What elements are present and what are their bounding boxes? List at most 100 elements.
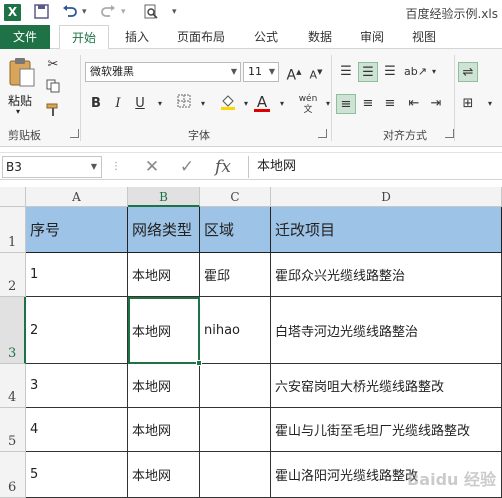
font-color-dropdown-icon[interactable]: ▾ (272, 94, 292, 114)
font-name-select[interactable]: 微软雅黑 ▼ (85, 62, 241, 82)
tab-view[interactable]: 视图 (404, 25, 444, 49)
cell-c5[interactable] (200, 408, 271, 452)
print-preview-icon[interactable] (143, 4, 159, 21)
grow-font-icon[interactable]: A▲ (284, 62, 304, 84)
tab-data[interactable]: 数据 (300, 25, 340, 49)
font-size-select[interactable]: 11 ▼ (243, 62, 279, 82)
cell-b3[interactable]: 本地网 (128, 297, 200, 364)
formula-input[interactable]: 本地网 (248, 156, 502, 178)
name-box[interactable]: B3 ▼ (2, 156, 102, 178)
bold-button[interactable]: B (86, 94, 106, 114)
chevron-down-icon: ▼ (230, 67, 237, 76)
align-bottom-icon[interactable]: ☰ (380, 62, 400, 82)
cut-icon[interactable]: ✂ (43, 55, 63, 75)
chevron-down-icon: ▼ (90, 162, 97, 171)
undo-dropdown-icon[interactable]: ▾ (82, 4, 87, 21)
cell-a3[interactable]: 2 (26, 297, 128, 364)
clipboard-launcher-icon[interactable] (70, 129, 79, 138)
decrease-indent-icon[interactable]: ⇤ (404, 94, 424, 114)
cell-d2[interactable]: 霍邱众兴光缆线路整治 (271, 253, 502, 297)
cell-c2[interactable]: 霍邱 (200, 253, 271, 297)
cancel-icon[interactable]: ✕ (138, 156, 166, 178)
cell-c4[interactable] (200, 364, 271, 408)
cell-a2[interactable]: 1 (26, 253, 128, 297)
cell-d3[interactable]: 白塔寺河边光缆线路整治 (271, 297, 502, 364)
tab-insert[interactable]: 插入 (114, 25, 160, 49)
phonetic-guide-icon[interactable]: wén 文 (296, 94, 320, 115)
cell-b5[interactable]: 本地网 (128, 408, 200, 452)
row-number: 1 (8, 235, 17, 250)
orientation-dropdown-icon[interactable]: ▾ (424, 62, 444, 82)
redo-dropdown-icon[interactable]: ▾ (121, 4, 126, 21)
cell-b2[interactable]: 本地网 (128, 253, 200, 297)
row-number: 5 (8, 434, 17, 449)
row-header-2[interactable]: 2 (0, 253, 26, 297)
align-top-icon[interactable]: ☰ (336, 62, 356, 82)
italic-button[interactable]: I (108, 94, 128, 114)
underline-button[interactable]: U (130, 94, 150, 114)
cell-c3[interactable]: nihao (200, 297, 271, 364)
undo-icon[interactable] (62, 4, 78, 21)
row-header-5[interactable]: 5 (0, 408, 26, 452)
ribbon-home: 粘贴 ▾ ✂ 剪贴板 微软雅黑 ▼ 11 ▼ A▲ A▼ B I U ▾ ▾ ▾ A… (0, 49, 502, 147)
row-header-3[interactable]: 3 (0, 297, 26, 364)
borders-icon[interactable] (174, 94, 194, 114)
merge-dropdown-icon[interactable]: ▾ (480, 94, 500, 114)
insert-function-button[interactable]: fx (209, 156, 237, 178)
increase-indent-icon[interactable]: ⇥ (426, 94, 446, 114)
cell-a1[interactable]: 序号 (26, 207, 128, 253)
cell-c1[interactable]: 区域 (200, 207, 271, 253)
column-header-d[interactable]: D (271, 187, 502, 207)
cell-a6[interactable]: 5 (26, 452, 128, 498)
cell-b4[interactable]: 本地网 (128, 364, 200, 408)
more-dots-icon: ⋮ (111, 161, 121, 172)
font-color-icon[interactable]: A (252, 92, 272, 112)
tab-page-layout[interactable]: 页面布局 (170, 25, 232, 49)
column-header-b[interactable]: B (128, 187, 200, 207)
row-number: 3 (8, 346, 17, 361)
shrink-font-icon[interactable]: A▼ (306, 62, 326, 82)
cell-a5[interactable]: 4 (26, 408, 128, 452)
borders-dropdown-icon[interactable]: ▾ (193, 94, 213, 114)
cell-b6[interactable]: 本地网 (128, 452, 200, 498)
row-header-1[interactable]: 1 (0, 207, 26, 253)
chevron-down-icon: ▼ (268, 67, 275, 76)
merge-center-icon[interactable]: ⊞ (458, 94, 478, 114)
cell-a4[interactable]: 3 (26, 364, 128, 408)
align-left-icon[interactable]: ≡ (336, 94, 356, 114)
copy-icon[interactable] (43, 79, 63, 99)
customize-toolbar-icon[interactable]: ▾ (172, 4, 177, 21)
select-all-corner[interactable] (0, 187, 26, 207)
redo-icon[interactable] (100, 4, 116, 21)
cell-d5[interactable]: 霍山与儿街至毛坦厂光缆线路整改 (271, 408, 502, 452)
orientation-icon[interactable]: ab↗ (404, 62, 427, 82)
save-icon[interactable] (34, 4, 49, 21)
font-launcher-icon[interactable] (318, 129, 327, 138)
paste-dropdown-icon[interactable]: ▾ (16, 107, 20, 116)
cell-c6[interactable] (200, 452, 271, 498)
fill-handle[interactable] (196, 360, 202, 366)
align-right-icon[interactable]: ≡ (380, 94, 400, 114)
tab-formulas[interactable]: 公式 (246, 25, 286, 49)
align-center-icon[interactable]: ≡ (358, 94, 378, 114)
phonetic-dropdown-icon[interactable]: ▾ (318, 94, 338, 114)
enter-icon[interactable]: ✓ (173, 156, 201, 178)
cell-d1[interactable]: 迁改项目 (271, 207, 502, 253)
fill-color-icon[interactable] (218, 94, 238, 114)
column-header-c[interactable]: C (200, 187, 271, 207)
underline-dropdown-icon[interactable]: ▾ (150, 94, 170, 114)
tab-file[interactable]: 文件 (0, 25, 50, 49)
cell-d4[interactable]: 六安窑岗咀大桥光缆线路整改 (271, 364, 502, 408)
tab-review[interactable]: 审阅 (352, 25, 392, 49)
alignment-launcher-icon[interactable] (445, 129, 454, 138)
format-painter-icon[interactable] (43, 103, 63, 123)
paste-icon[interactable] (6, 57, 38, 89)
row-header-4[interactable]: 4 (0, 364, 26, 408)
tab-home[interactable]: 开始 (59, 25, 109, 50)
wrap-text-icon[interactable]: ⇌ (458, 62, 478, 82)
row-header-6[interactable]: 6 (0, 452, 26, 498)
cell-b1[interactable]: 网络类型 (128, 207, 200, 253)
column-header-a[interactable]: A (26, 187, 128, 207)
align-middle-icon[interactable]: ☰ (358, 62, 378, 82)
font-group-label: 字体 (188, 129, 210, 142)
